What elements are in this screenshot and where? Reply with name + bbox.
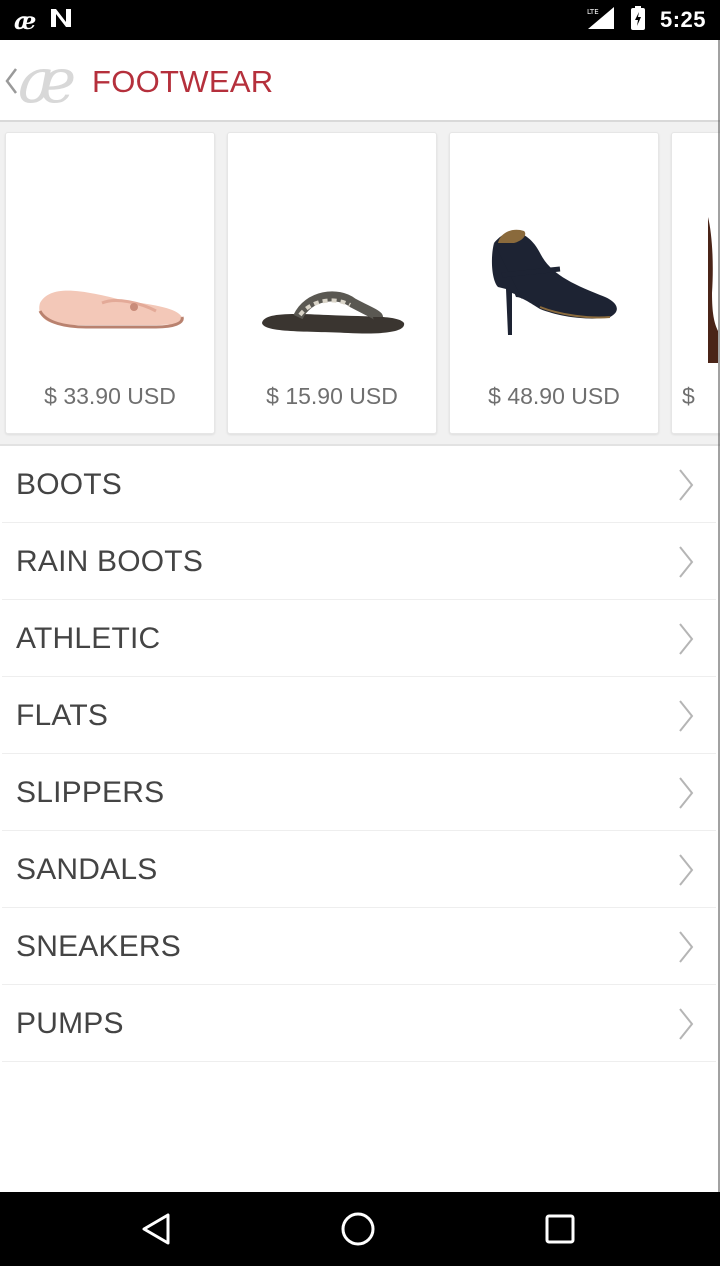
chevron-right-icon [678,776,694,815]
chevron-right-icon [678,699,694,738]
chevron-right-icon [678,853,694,892]
clock: 5:25 [659,7,706,32]
n-notification-icon [48,6,74,35]
list-item[interactable]: SNEAKERS [2,908,716,985]
system-nav-bar [0,1192,720,1266]
product-price: $ 48.90 USD [488,383,620,409]
product-card[interactable]: $ [671,132,720,434]
chevron-right-icon [678,622,694,661]
category-label: PUMPS [16,1007,124,1040]
category-label: SNEAKERS [16,930,181,963]
app-bar: æ FOOTWEAR [0,40,720,122]
chevron-right-icon [678,1007,694,1046]
chevron-left-icon[interactable] [4,66,18,101]
category-list: BOOTS RAIN BOOTS ATHLETIC FLATS SLIPPERS… [0,446,720,1062]
back-triangle-icon[interactable] [136,1209,176,1249]
status-bar: æ LTE 5:25 [0,0,720,40]
list-item[interactable]: SLIPPERS [2,754,716,831]
chevron-right-icon [678,930,694,969]
category-label: SANDALS [16,853,158,886]
category-label: BOOTS [16,468,123,501]
category-label: FLATS [16,699,109,732]
home-circle-icon[interactable] [338,1209,378,1249]
product-carousel[interactable]: $ 33.90 USD $ 15.90 USD $ 48.90 USD $ [0,122,720,446]
signal-icon: LTE [585,5,616,36]
list-item[interactable]: SANDALS [2,831,716,908]
svg-text:æ: æ [18,52,76,110]
brand-logo-icon[interactable]: æ [18,44,88,117]
mary-jane-pump-image [491,229,617,335]
app-notification-icon: æ [14,5,37,35]
chevron-right-icon [678,545,694,584]
product-card[interactable]: $ 33.90 USD [5,132,215,434]
battery-icon [630,5,646,36]
chevron-right-icon [678,468,694,507]
list-item[interactable]: BOOTS [2,446,716,523]
product-price: $ 33.90 USD [44,383,176,409]
status-left-icons: æ [14,5,74,35]
list-item[interactable]: RAIN BOOTS [2,523,716,600]
category-label: RAIN BOOTS [16,545,204,578]
product-price: $ 15.90 USD [266,383,398,409]
flip-flop-image [262,291,405,334]
category-label: SLIPPERS [16,776,165,809]
page-title: FOOTWEAR [92,64,274,99]
svg-text:LTE: LTE [587,8,599,16]
list-item[interactable]: FLATS [2,677,716,754]
list-item[interactable]: PUMPS [2,985,716,1062]
list-item[interactable]: ATHLETIC [2,600,716,677]
boot-image [708,217,718,363]
product-card[interactable]: $ 15.90 USD [227,132,437,434]
product-card[interactable]: $ 48.90 USD [449,132,659,434]
product-price: $ [682,383,695,409]
category-label: ATHLETIC [16,622,161,655]
ballet-flat-image [38,290,184,329]
status-right-icons: LTE 5:25 [585,5,706,36]
recents-square-icon[interactable] [540,1209,580,1249]
